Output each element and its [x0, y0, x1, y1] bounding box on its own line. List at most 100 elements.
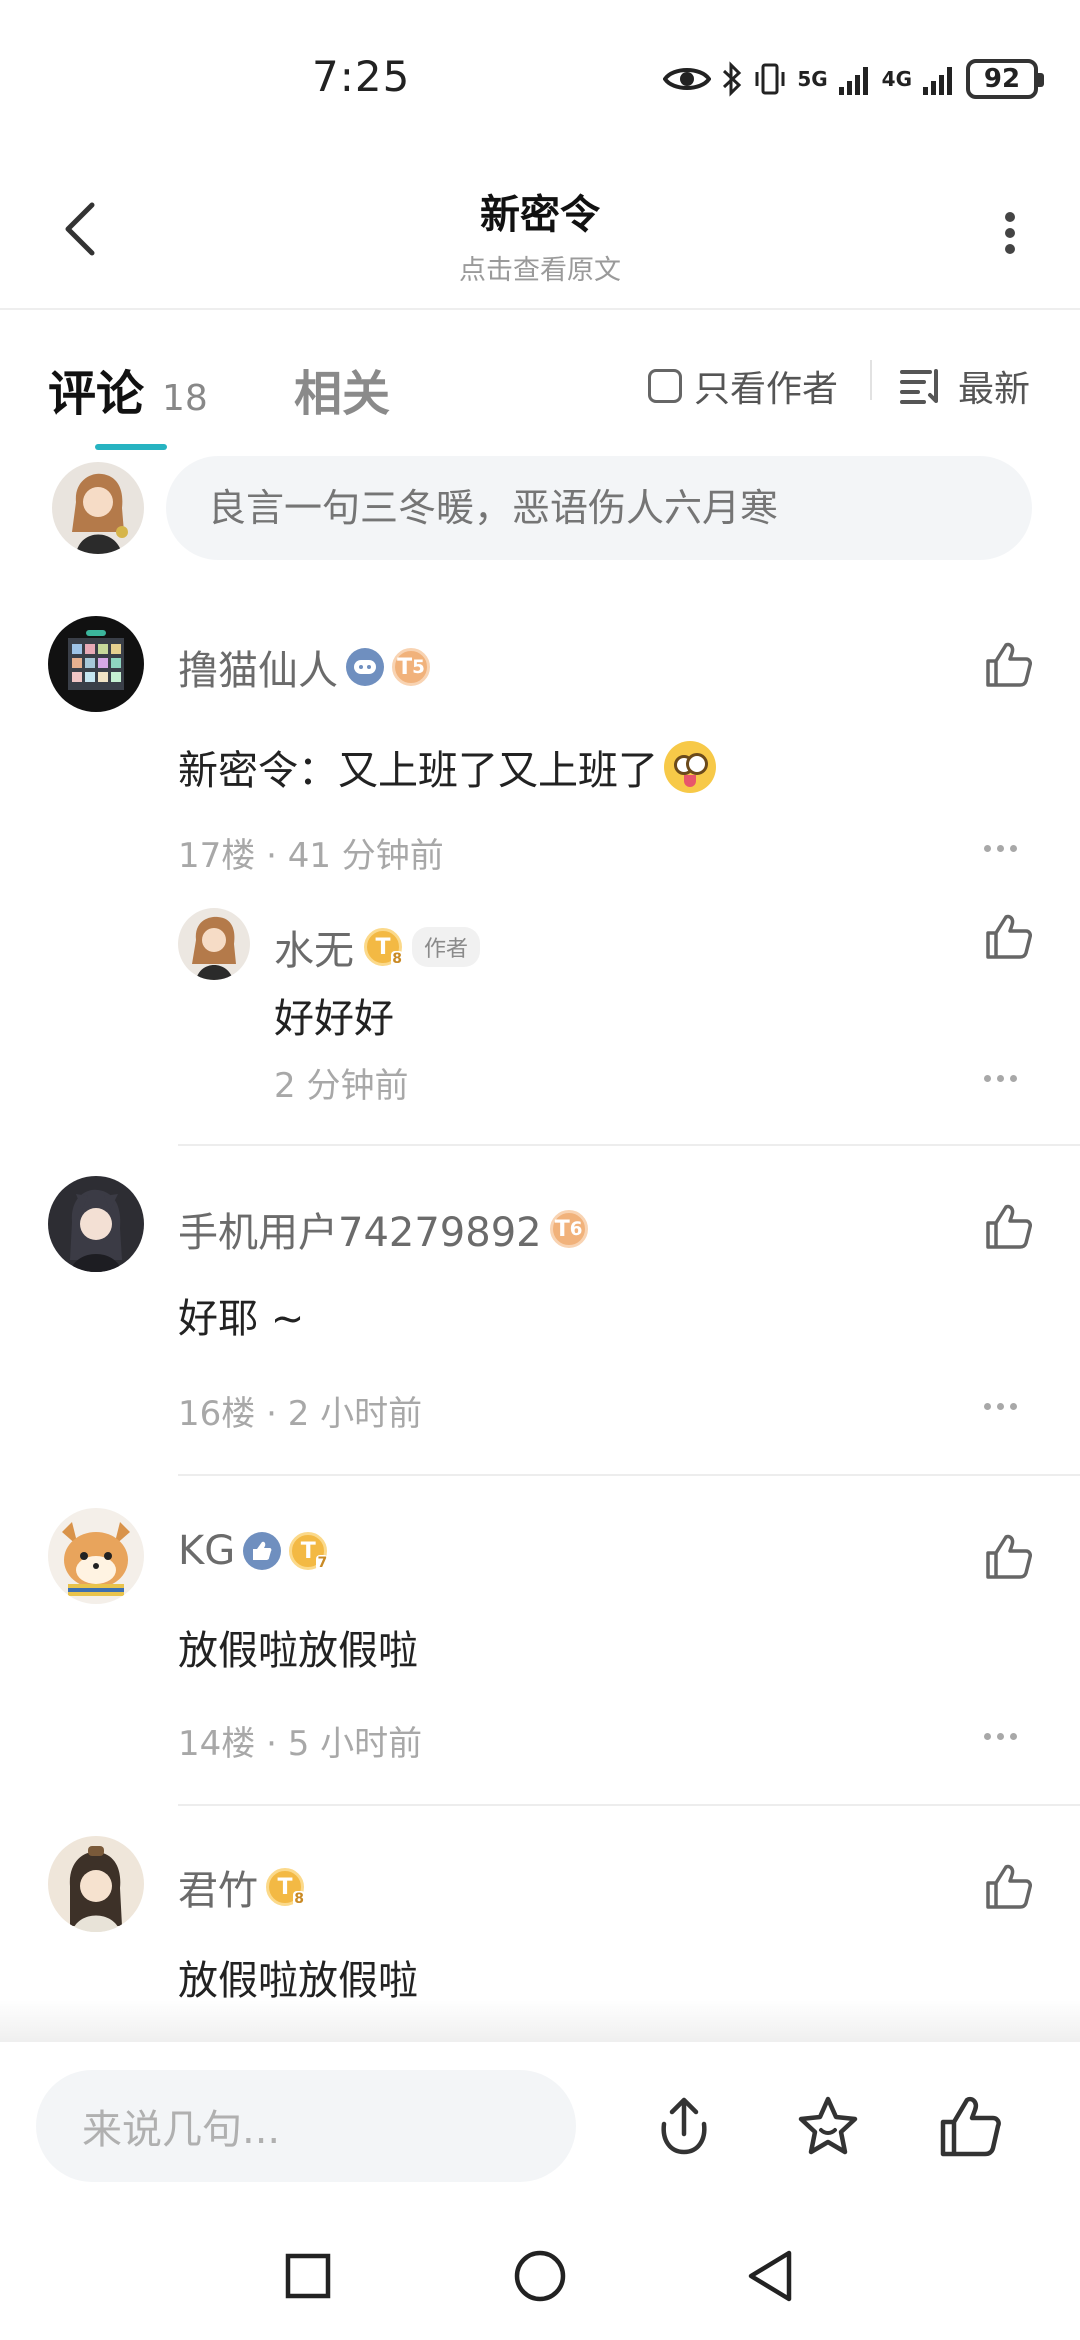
status-time: 7:25: [312, 52, 411, 101]
tab-bar: 评论 18 相关 只看作者 最新: [0, 310, 1080, 450]
page-title: 新密令: [480, 192, 600, 238]
comment-meta: 17楼 · 41 分钟前: [178, 836, 444, 876]
more-options-button[interactable]: [980, 198, 1040, 268]
header: 新密令 点击查看原文: [0, 150, 1080, 310]
bluetooth-icon: [721, 61, 743, 97]
thumbs-up-icon: [986, 914, 1032, 959]
username-row: KG T7: [178, 1528, 329, 1574]
avatar[interactable]: [48, 1176, 144, 1272]
reply-more-button[interactable]: [970, 1058, 1030, 1098]
share-icon: [661, 2097, 707, 2155]
username[interactable]: KG: [178, 1528, 235, 1574]
tab-comments[interactable]: 评论 18: [48, 354, 208, 424]
sort-icon: [900, 369, 938, 404]
sort-button[interactable]: 最新: [900, 360, 1030, 412]
thumbs-up-icon: [986, 1864, 1032, 1909]
username-row: 君竹 T8: [178, 1858, 305, 1916]
username[interactable]: 手机用户74279892: [178, 1200, 542, 1258]
level-badge: T7: [289, 1532, 329, 1571]
avatar[interactable]: [178, 908, 250, 980]
signal-bars-icon: [922, 63, 956, 95]
title-block[interactable]: 新密令 点击查看原文: [0, 182, 1080, 287]
more-vertical-icon: [1005, 212, 1015, 254]
divider: [870, 360, 872, 400]
divider: [178, 1804, 1080, 1806]
checkbox-icon: [648, 369, 682, 403]
comment-content: 新密令：又上班了又上班了: [178, 738, 716, 796]
level-badge: T5: [392, 648, 430, 686]
reply-meta: 2 分钟前: [274, 1066, 409, 1106]
silly-face-emoji-icon: [664, 741, 716, 793]
username-row: 手机用户74279892 T6: [178, 1200, 588, 1258]
comment-meta: 16楼 · 2 小时前: [178, 1394, 423, 1434]
like-button[interactable]: [978, 1526, 1038, 1586]
vibrate-icon: [753, 62, 787, 96]
comment-input[interactable]: [166, 456, 1032, 560]
username[interactable]: 君竹: [178, 1858, 258, 1916]
signal-icon: 4G: [881, 67, 912, 91]
bottom-action-bar: 来说几句...: [0, 2040, 1080, 2210]
back-nav-button[interactable]: [740, 2246, 800, 2306]
comment-more-button[interactable]: [970, 1386, 1030, 1426]
reply-username-row: 水无 T8 作者: [274, 918, 481, 976]
bottom-comment-input[interactable]: 来说几句...: [36, 2070, 576, 2182]
like-button[interactable]: [978, 906, 1038, 966]
tab-comments-label: 评论: [48, 366, 145, 422]
like-button[interactable]: [978, 1196, 1038, 1256]
star-icon: [798, 2096, 858, 2155]
avatar[interactable]: [52, 462, 144, 554]
triangle-back-icon: [748, 2250, 792, 2302]
comment-content: 放假啦放假啦: [178, 1628, 418, 1674]
signal-icon: 5G: [797, 67, 828, 91]
thumbs-up-badge-icon: [243, 1532, 282, 1570]
username[interactable]: 撸猫仙人: [178, 638, 338, 696]
recents-button[interactable]: [278, 2246, 338, 2306]
system-nav-bar: [0, 2210, 1080, 2340]
signal-bars-icon: [838, 63, 872, 95]
username-row: 撸猫仙人 T5: [178, 638, 430, 696]
battery-icon: 92: [966, 59, 1044, 99]
comment-item: 撸猫仙人 T5 新密令：又上班了又上班了 17楼 · 41 分钟前 水无 T8 …: [0, 600, 1080, 1146]
like-button[interactable]: [978, 634, 1038, 694]
share-button[interactable]: [644, 2086, 724, 2166]
thumbs-up-icon: [940, 2096, 1001, 2157]
comment-more-button[interactable]: [970, 1716, 1030, 1756]
gamepad-badge-icon: [346, 648, 384, 686]
comment-item: KG T7 放假啦放假啦 14楼 · 5 小时前: [0, 1492, 1080, 1812]
divider: [178, 1144, 1080, 1146]
eye-icon: [663, 63, 712, 95]
favorite-button[interactable]: [788, 2086, 868, 2166]
avatar[interactable]: [48, 1836, 144, 1932]
author-only-toggle[interactable]: 只看作者: [648, 360, 838, 412]
sort-label: 最新: [958, 369, 1031, 410]
status-icons: 5G 4G 92: [663, 56, 1044, 102]
comment-item: 手机用户74279892 T6 好耶 ~ 16楼 · 2 小时前: [0, 1162, 1080, 1482]
comment-more-button[interactable]: [970, 828, 1030, 868]
square-icon: [285, 2253, 331, 2299]
tab-related[interactable]: 相关: [294, 354, 390, 424]
fade-overlay: [0, 2000, 1080, 2040]
like-post-button[interactable]: [930, 2086, 1010, 2166]
view-original-link[interactable]: 点击查看原文: [0, 248, 1080, 287]
thumbs-up-icon: [986, 1204, 1032, 1249]
circle-icon: [514, 2250, 566, 2302]
comment-meta: 14楼 · 5 小时前: [178, 1724, 423, 1764]
thumbs-up-icon: [986, 642, 1032, 687]
comment-input-row: [0, 450, 1080, 570]
divider: [178, 1474, 1080, 1476]
like-button[interactable]: [978, 1856, 1038, 1916]
status-bar: 7:25 5G 4G 92: [0, 0, 1080, 150]
level-badge: T6: [549, 1210, 588, 1248]
level-badge: T8: [364, 928, 403, 967]
username[interactable]: 水无: [274, 918, 354, 976]
comment-content: 好耶 ~: [178, 1296, 305, 1342]
avatar[interactable]: [48, 1508, 144, 1604]
tab-comments-count: 18: [162, 378, 208, 419]
author-tag: 作者: [412, 927, 481, 967]
avatar[interactable]: [48, 616, 144, 712]
thumbs-up-icon: [986, 1534, 1032, 1579]
level-badge: T8: [266, 1868, 305, 1907]
comment-content: 放假啦放假啦: [178, 1958, 418, 2004]
home-button[interactable]: [510, 2246, 570, 2306]
reply-content: 好好好: [274, 996, 394, 1042]
